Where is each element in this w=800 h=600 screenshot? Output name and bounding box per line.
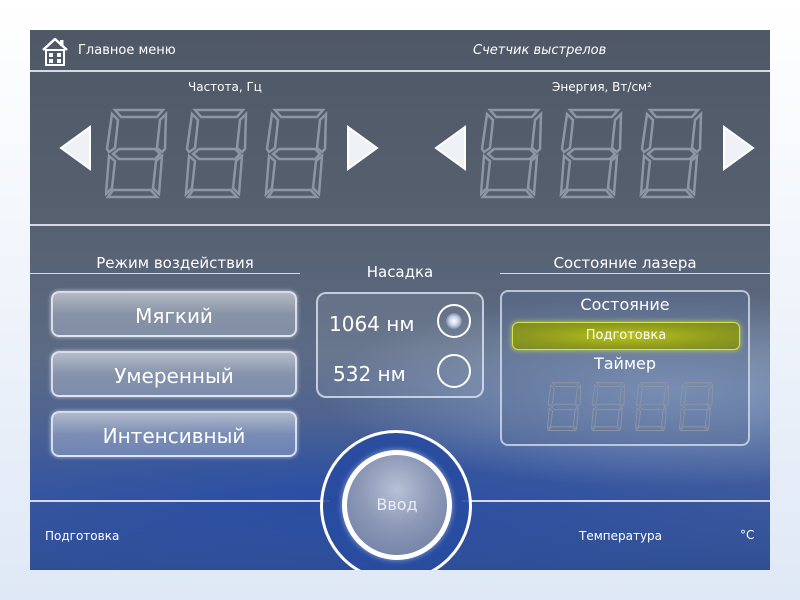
- display-divider: [30, 224, 770, 226]
- energy-seven-segment-display: [480, 108, 703, 199]
- home-icon: [42, 37, 68, 66]
- frequency-increase-arrow-right-icon[interactable]: [346, 125, 380, 171]
- frequency-seven-segment-display: [105, 108, 328, 199]
- mode-soft-button[interactable]: Мягкий: [51, 291, 297, 337]
- nozzle-title: Насадка: [366, 263, 434, 281]
- nozzle-selector: 1064 нм 532 нм: [316, 292, 484, 398]
- nozzle-1064-label: 1064 нм: [329, 312, 415, 336]
- footer-divider-left: [30, 500, 330, 502]
- mode-intense-button[interactable]: Интенсивный: [51, 411, 297, 457]
- energy-decrease-arrow-left-icon[interactable]: [433, 125, 467, 171]
- timer-label: Таймер: [593, 354, 657, 373]
- home-button[interactable]: [40, 35, 70, 67]
- laser-state-panel: Состояние Подготовка Таймер: [500, 290, 750, 446]
- footer-status: Подготовка: [45, 529, 120, 543]
- home-label[interactable]: Главное меню: [78, 43, 176, 58]
- laser-title-underline: [500, 273, 770, 274]
- frequency-decrease-arrow-left-icon[interactable]: [58, 125, 92, 171]
- laser-control-screen: Главное меню Счетчик выстрелов Частота, …: [30, 30, 770, 570]
- enter-button[interactable]: Ввод: [342, 450, 452, 560]
- energy-label: Энергия, Вт/см²: [552, 80, 652, 94]
- mode-moderate-button[interactable]: Умеренный: [51, 351, 297, 397]
- nozzle-1064-radio[interactable]: [437, 304, 471, 338]
- state-label: Состояние: [580, 295, 670, 314]
- energy-increase-arrow-right-icon[interactable]: [722, 125, 756, 171]
- mode-title-underline: [30, 273, 300, 274]
- laser-state-title: Состояние лазера: [553, 254, 697, 272]
- state-indicator: Подготовка: [512, 322, 740, 350]
- frequency-label: Частота, Гц: [188, 80, 262, 94]
- nozzle-532-label: 532 нм: [333, 362, 406, 386]
- nozzle-532-radio[interactable]: [437, 354, 471, 388]
- header-divider: [30, 70, 770, 72]
- timer-seven-segment-display: [547, 382, 714, 432]
- mode-title: Режим воздействия: [96, 254, 254, 272]
- footer-divider-right: [462, 500, 770, 502]
- radio-selected-dot: [446, 313, 462, 329]
- temperature-unit: °C: [740, 528, 755, 542]
- temperature-label: Температура: [579, 529, 663, 543]
- shot-counter-label: Счетчик выстрелов: [473, 43, 607, 58]
